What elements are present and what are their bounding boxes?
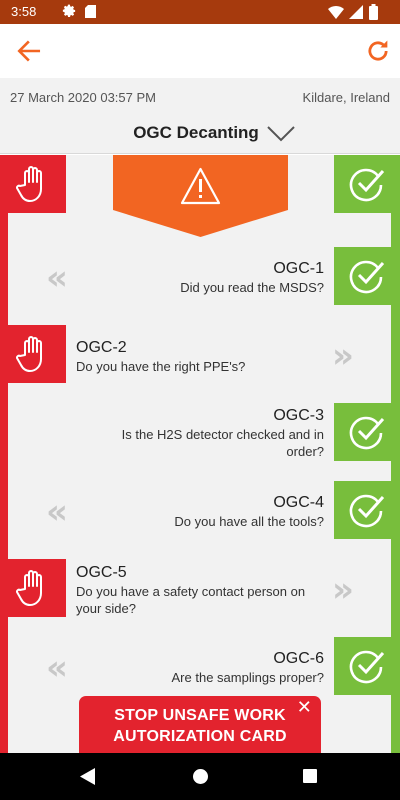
stop-hand-icon (16, 570, 42, 606)
system-nav-bar (0, 753, 400, 800)
warning-triangle-icon (113, 155, 288, 237)
question-code: OGC-3 (273, 407, 324, 424)
stop-hand-icon (16, 166, 42, 202)
date-time: 27 March 2020 03:57 PM (10, 90, 156, 105)
yes-button[interactable] (334, 637, 400, 695)
checklist-title: OGC Decanting (133, 123, 259, 142)
swipe-hint-right: » (332, 570, 354, 610)
nav-back-icon[interactable] (80, 768, 96, 785)
arrow-left-icon[interactable] (16, 38, 42, 64)
question-code: OGC-4 (273, 494, 324, 511)
sd-card-icon (85, 5, 96, 18)
status-time: 3:58 (11, 4, 37, 19)
swipe-hint-right: » (332, 336, 354, 376)
check-circle-icon (349, 260, 385, 294)
settings-gear-icon (62, 4, 76, 17)
question-text: Do you have all the tools? (174, 514, 324, 529)
battery-icon (369, 4, 378, 20)
question-item[interactable]: OGC-1 Did you read the MSDS? (180, 259, 324, 296)
left-strip (0, 155, 8, 753)
stop-hand-icon (16, 336, 42, 372)
swipe-hint-left: « (46, 648, 68, 688)
check-circle-icon (349, 168, 385, 202)
question-code: OGC-2 (76, 339, 127, 356)
checklist-area: « OGC-1 Did you read the MSDS? OGC-2 Do … (0, 155, 400, 753)
question-item[interactable]: OGC-6 Are the samplings proper? (172, 649, 324, 686)
signal-icon (349, 5, 363, 19)
info-bar: 27 March 2020 03:57 PM Kildare, Ireland (0, 78, 400, 118)
question-text: Are the samplings proper? (171, 670, 324, 685)
check-circle-icon (349, 416, 385, 450)
refresh-icon[interactable] (364, 37, 392, 65)
status-bar: 3:58 (0, 0, 400, 24)
question-item[interactable]: OGC-3 Is the H2S detector checked and in… (94, 406, 324, 460)
checklist-title-bar[interactable]: OGC Decanting (0, 118, 400, 154)
nav-recents-icon[interactable] (303, 769, 317, 783)
location: Kildare, Ireland (302, 90, 390, 105)
stop-card-line1: STOP UNSAFE WORK (114, 707, 286, 724)
check-circle-icon (349, 650, 385, 684)
question-item[interactable]: OGC-2 Do you have the right PPE's? (76, 338, 245, 375)
question-code: OGC-5 (76, 564, 127, 581)
question-item[interactable]: OGC-5 Do you have a safety contact perso… (76, 563, 326, 617)
question-text: Do you have the right PPE's? (76, 359, 246, 374)
question-code: OGC-1 (273, 260, 324, 277)
question-text: Did you read the MSDS? (180, 280, 324, 295)
app-bar (0, 24, 400, 78)
yes-button[interactable] (334, 481, 400, 539)
no-button[interactable] (0, 325, 66, 383)
close-icon[interactable]: ✕ (297, 699, 312, 717)
question-item[interactable]: OGC-4 Do you have all the tools? (174, 493, 324, 530)
swipe-hint-left: « (46, 492, 68, 532)
question-text: Is the H2S detector checked and in order… (121, 427, 324, 459)
yes-button[interactable] (334, 403, 400, 461)
stop-header-box (0, 155, 66, 213)
question-text: Do you have a safety contact person on y… (76, 584, 306, 616)
wifi-icon (328, 6, 344, 19)
stop-card-line2: AUTORIZATION CARD (113, 728, 287, 745)
nav-home-icon[interactable] (193, 769, 208, 784)
yes-button[interactable] (334, 247, 400, 305)
stop-unsafe-work-card[interactable]: STOP UNSAFE WORK AUTORIZATION CARD ✕ (79, 696, 321, 756)
check-circle-icon (349, 494, 385, 528)
no-button[interactable] (0, 559, 66, 617)
chevron-down-icon[interactable] (266, 124, 296, 144)
question-code: OGC-6 (273, 650, 324, 667)
swipe-hint-left: « (46, 258, 68, 298)
check-header-box (334, 155, 400, 213)
